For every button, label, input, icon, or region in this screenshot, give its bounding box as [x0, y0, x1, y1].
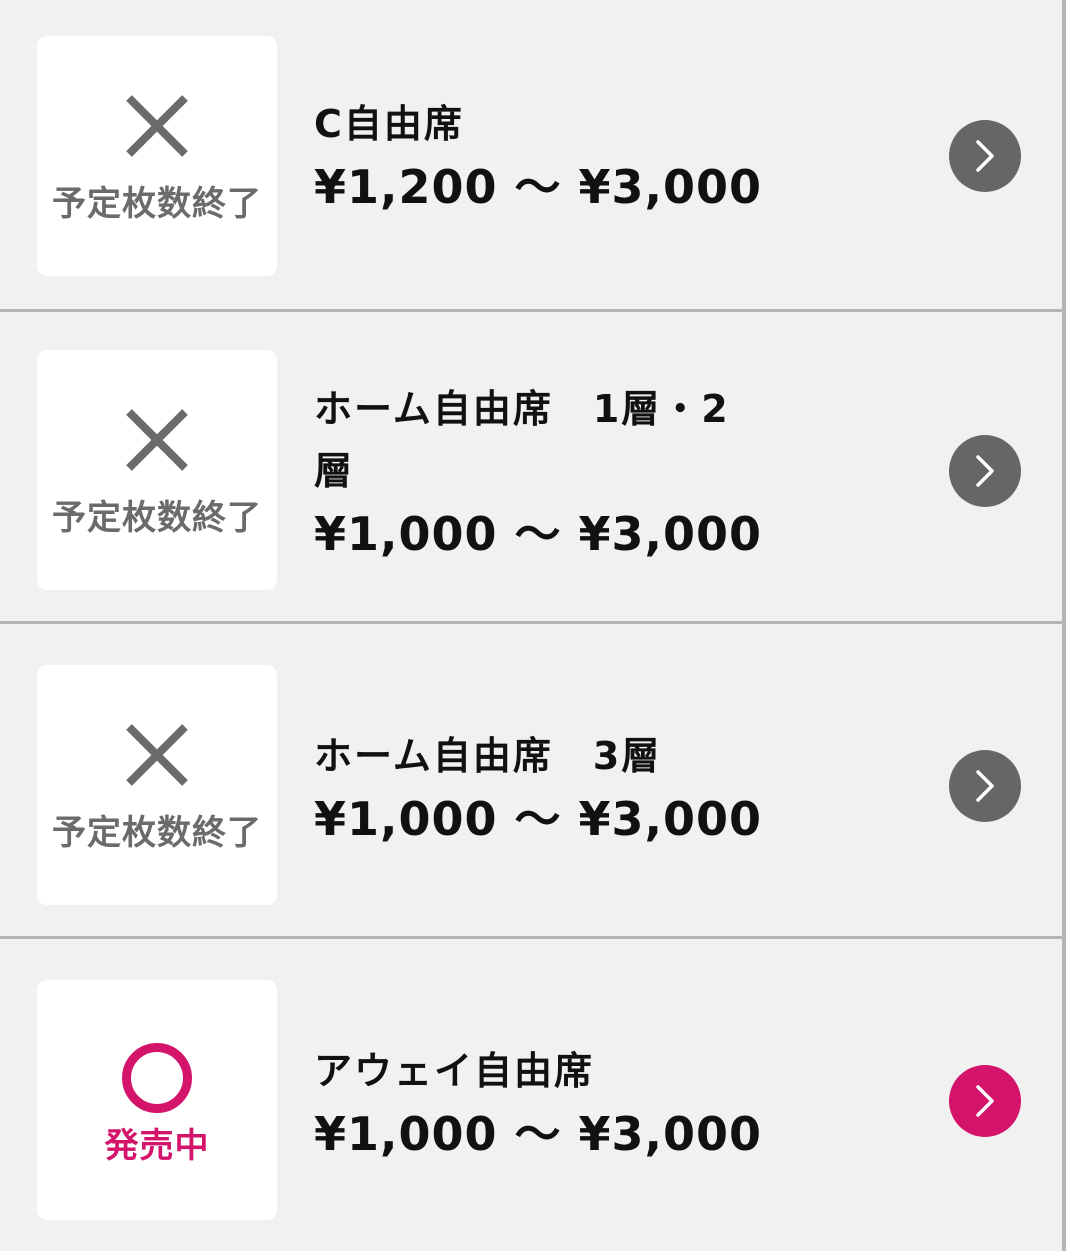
seat-row-home-3[interactable]: 予定枚数終了 ホーム自由席 3層 ¥1,000 〜 ¥3,000 [0, 627, 1062, 939]
seat-price: ¥1,200 〜 ¥3,000 [314, 160, 763, 214]
status-box: 予定枚数終了 [37, 350, 277, 590]
chevron-right-icon [976, 1085, 994, 1117]
chevron-right-icon [976, 140, 994, 172]
seat-list: 予定枚数終了 C自由席 ¥1,200 〜 ¥3,000 予定枚数終了 ホーム自由… [0, 0, 1066, 1251]
seat-row-home-1-2[interactable]: 予定枚数終了 ホーム自由席 1層・2層 ¥1,000 〜 ¥3,000 [0, 312, 1062, 624]
seat-info: アウェイ自由席 ¥1,000 〜 ¥3,000 [314, 1040, 784, 1166]
seat-row-away[interactable]: 発売中 アウェイ自由席 ¥1,000 〜 ¥3,000 [0, 942, 1062, 1252]
status-label: 予定枚数終了 [52, 813, 262, 853]
chevron-right-icon [976, 455, 994, 487]
seat-info: ホーム自由席 1層・2層 ¥1,000 〜 ¥3,000 [314, 378, 764, 566]
status-label: 発売中 [104, 1126, 210, 1166]
seat-price: ¥1,000 〜 ¥3,000 [314, 507, 763, 561]
status-box: 予定枚数終了 [37, 665, 277, 905]
seat-name: ホーム自由席 3層 [314, 734, 662, 778]
circle-icon [122, 1043, 192, 1113]
chevron-right-icon [976, 770, 994, 802]
detail-arrow-button[interactable] [949, 120, 1021, 192]
seat-name: アウェイ自由席 [314, 1049, 595, 1093]
seat-price: ¥1,000 〜 ¥3,000 [314, 1107, 763, 1161]
seat-name: C自由席 [314, 102, 464, 146]
seat-info: C自由席 ¥1,200 〜 ¥3,000 [314, 93, 784, 219]
status-box: 予定枚数終了 [37, 36, 277, 276]
seat-row-c-jiyuseki[interactable]: 予定枚数終了 C自由席 ¥1,200 〜 ¥3,000 [0, 0, 1062, 312]
seat-info: ホーム自由席 3層 ¥1,000 〜 ¥3,000 [314, 725, 784, 851]
status-box: 発売中 [37, 980, 277, 1220]
cross-icon [126, 409, 188, 471]
seat-name: ホーム自由席 1層・2層 [314, 387, 730, 493]
seat-price: ¥1,000 〜 ¥3,000 [314, 792, 763, 846]
status-label: 予定枚数終了 [52, 184, 262, 224]
detail-arrow-button[interactable] [949, 435, 1021, 507]
cross-icon [126, 724, 188, 786]
detail-arrow-button[interactable] [949, 1065, 1021, 1137]
cross-icon [126, 95, 188, 157]
status-label: 予定枚数終了 [52, 498, 262, 538]
detail-arrow-button[interactable] [949, 750, 1021, 822]
